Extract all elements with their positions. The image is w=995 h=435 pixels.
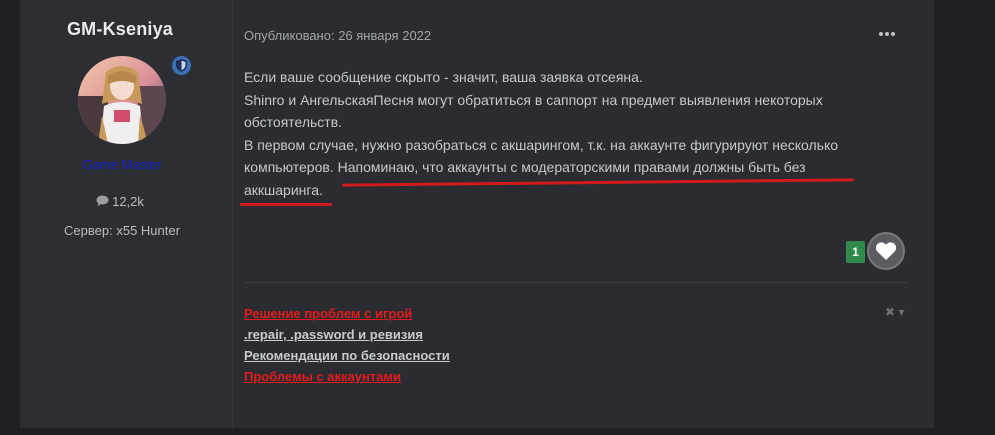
- shield-icon: [176, 59, 187, 72]
- more-horizontal-icon[interactable]: [879, 28, 899, 42]
- post-count: 12,2k: [20, 194, 220, 210]
- signature-link[interactable]: Решение проблем с игрой: [244, 303, 450, 324]
- signature-link[interactable]: Проблемы с аккаунтами: [244, 366, 450, 387]
- post-date[interactable]: Опубликовано: 26 января 2022: [244, 28, 431, 43]
- highlight-underline: [240, 203, 332, 206]
- signature-link[interactable]: .repair, .password и ревизия: [244, 324, 450, 345]
- signature-link[interactable]: Рекомендации по безопасности: [244, 345, 450, 366]
- page-bottom: [0, 428, 995, 435]
- author-name[interactable]: GM-Kseniya: [20, 19, 220, 40]
- post-line: Если ваше сообщение скрыто - значит, ваш…: [244, 69, 643, 85]
- moderator-badge: [170, 54, 193, 77]
- server-info: Сервер: x55 Hunter: [64, 223, 180, 238]
- post-line: Shinro и АнгельскаяПесня могут обратитьс…: [244, 91, 823, 131]
- column-divider: [232, 0, 233, 428]
- avatar[interactable]: [78, 56, 166, 144]
- close-icon[interactable]: ✖ ▾: [885, 305, 904, 319]
- comment-icon: [96, 195, 109, 210]
- author-panel: GM-Kseniya Game Master 12,2k Сервер: x55…: [20, 0, 232, 428]
- reaction-count[interactable]: 1: [846, 241, 865, 263]
- post-count-value: 12,2k: [112, 194, 144, 209]
- signature-divider: [244, 282, 908, 283]
- signature: Решение проблем с игрой .repair, .passwo…: [244, 303, 450, 387]
- reaction-button[interactable]: [867, 232, 905, 270]
- post-line: В первом случае, нужно разобраться с акш…: [244, 134, 884, 202]
- heart-icon: [875, 242, 897, 260]
- forum-post: GM-Kseniya Game Master 12,2k Сервер: x55…: [20, 0, 934, 428]
- user-group: Game Master: [82, 157, 162, 172]
